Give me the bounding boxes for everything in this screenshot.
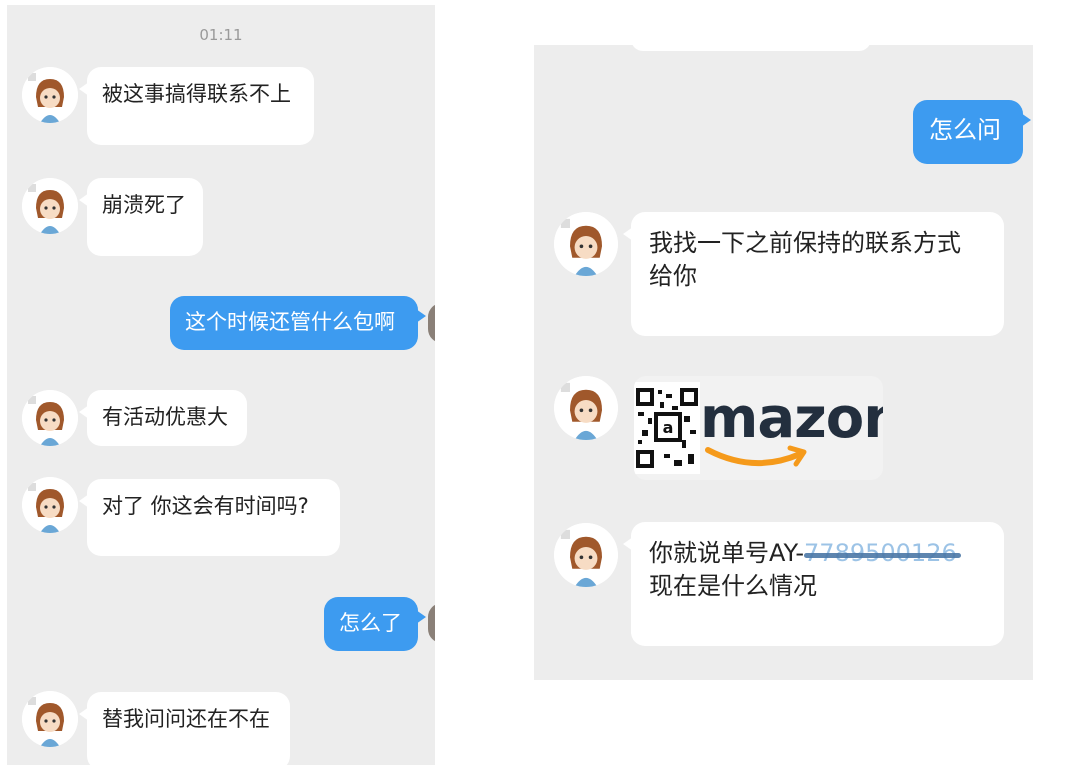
redaction-scribble (804, 553, 961, 558)
svg-text:a: a (663, 418, 674, 437)
message-text-line: 给你 (649, 262, 697, 290)
message-bubble[interactable]: 替我问问还在不在 (79, 692, 290, 765)
message-text: 被这事搞得联系不上 (102, 82, 291, 106)
self-avatar[interactable] (428, 603, 435, 643)
message-text: 怎么了 (339, 611, 402, 635)
contact-avatar[interactable] (554, 212, 618, 276)
message-bubble[interactable]: 我找一下之前保持的联系方式 给你 (623, 212, 1004, 336)
contact-avatar[interactable] (554, 523, 618, 587)
timestamp: 01:11 (199, 26, 243, 44)
message-bubble[interactable]: 被这事搞得联系不上 (79, 67, 314, 145)
contact-avatar[interactable] (22, 390, 78, 446)
message-text: 怎么问 (929, 116, 1001, 144)
left-chat-screenshot: 01:11 被这事搞得联系不上 崩溃死了 这个时候还管什么包啊 有活动优惠大 对… (7, 5, 435, 765)
qr-code-icon: a (634, 382, 700, 474)
message-text: 崩溃死了 (102, 193, 186, 217)
sent-message-bubble[interactable]: 怎么问 (913, 100, 1031, 164)
previous-message-fragment (631, 45, 871, 51)
sent-message-bubble[interactable]: 怎么了 (324, 597, 426, 651)
message-text: 对了 你这会有时间吗? (102, 494, 309, 518)
self-avatar[interactable] (428, 303, 435, 343)
smile-arrow-icon (705, 445, 807, 467)
message-bubble[interactable]: 你就说单号AY-7789500126 现在是什么情况 (623, 522, 1004, 646)
message-text: 替我问问还在不在 (102, 707, 270, 731)
contact-avatar[interactable] (22, 178, 78, 234)
image-message[interactable]: a mazon (634, 376, 883, 480)
contact-avatar[interactable] (554, 376, 618, 440)
right-chat-screenshot: 怎么问 我找一下之前保持的联系方式 给你 a mazon 你就说单号AY- 现在… (534, 45, 1033, 680)
contact-avatar[interactable] (22, 67, 78, 123)
sent-message-bubble[interactable]: 这个时候还管什么包啊 (170, 296, 426, 350)
message-text: 这个时候还管什么包啊 (185, 310, 395, 334)
order-number-redacted: 7789500126 (804, 539, 961, 567)
message-text: 你就说单号AY- (649, 539, 805, 567)
message-text-line: 你就说单号AY-7789500126 (649, 537, 986, 570)
message-text-line: 现在是什么情况 (649, 572, 817, 600)
message-bubble[interactable]: 对了 你这会有时间吗? (79, 479, 340, 556)
message-bubble[interactable]: 有活动优惠大 (79, 390, 247, 446)
message-bubble[interactable]: 崩溃死了 (79, 178, 203, 256)
message-text: 有活动优惠大 (102, 405, 228, 429)
message-text-line: 我找一下之前保持的联系方式 (649, 229, 961, 257)
contact-avatar[interactable] (22, 691, 78, 747)
contact-avatar[interactable] (22, 477, 78, 533)
